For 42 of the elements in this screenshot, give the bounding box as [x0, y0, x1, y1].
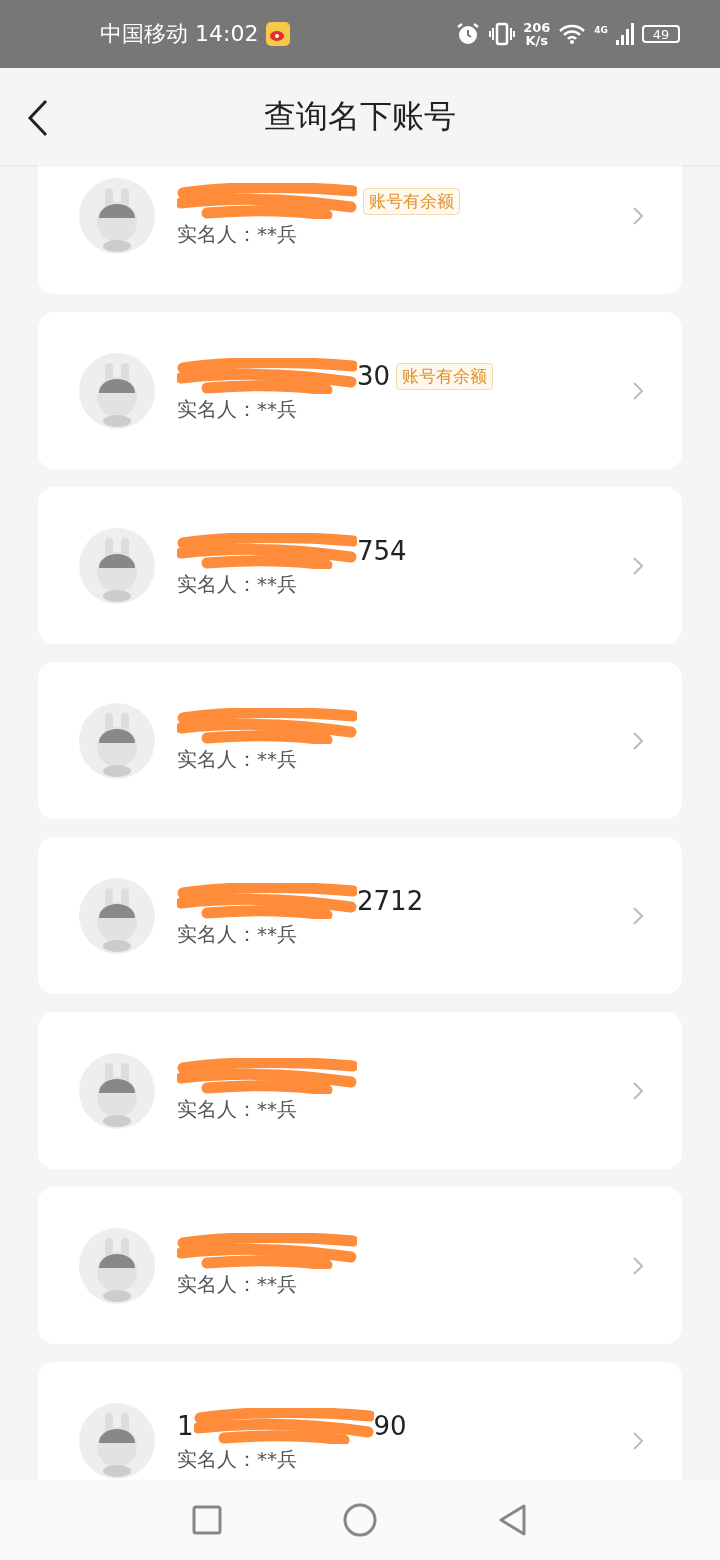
account-holder: 实名人：**兵	[177, 1096, 298, 1123]
account-card[interactable]: 2712 实名人：**兵	[38, 837, 682, 994]
chevron-icon	[632, 555, 644, 576]
account-holder: 实名人：**兵	[177, 571, 298, 598]
account-holder: 实名人：**兵	[177, 921, 298, 948]
chevron-icon	[632, 1255, 644, 1276]
phone-number-end: 90	[373, 1411, 407, 1441]
phone-number-end: 30	[357, 361, 391, 391]
wifi-icon	[558, 23, 587, 45]
app-icon	[266, 22, 291, 46]
vibrate-icon	[489, 22, 516, 46]
chevron-icon	[632, 1080, 644, 1101]
phone-number-end: 754	[357, 536, 407, 566]
account-card[interactable]: 实名人：**兵	[38, 1187, 682, 1344]
account-holder: 实名人：**兵	[177, 1446, 298, 1473]
account-holder: 实名人：**兵	[177, 396, 298, 423]
account-card[interactable]: 账号有余额 实名人：**兵	[38, 165, 682, 294]
phone-number-start: 1	[177, 1411, 194, 1441]
carrier-time: 中国移动 14:02	[100, 20, 259, 48]
network-type: 4G	[594, 25, 608, 35]
account-holder: 实名人：**兵	[177, 221, 298, 248]
battery-level: 49	[642, 25, 680, 43]
account-holder: 实名人：**兵	[177, 746, 298, 773]
account-holder: 实名人：**兵	[177, 1271, 298, 1298]
account-card[interactable]: 实名人：**兵	[38, 662, 682, 819]
chevron-icon	[632, 905, 644, 926]
account-card[interactable]: 30 账号有余额 实名人：**兵	[38, 312, 682, 469]
signal-icon	[616, 23, 634, 45]
chevron-icon	[632, 730, 644, 751]
account-card[interactable]: 754 实名人：**兵	[38, 487, 682, 644]
account-card[interactable]: 实名人：**兵	[38, 1012, 682, 1169]
chevron-icon	[632, 380, 644, 401]
chevron-icon	[632, 1430, 644, 1451]
balance-tag: 账号有余额	[396, 362, 494, 390]
speed-value: 206	[523, 21, 551, 34]
account-card[interactable]: 1 90 实名人：**兵	[38, 1362, 682, 1480]
speed-unit: K/s	[525, 34, 549, 47]
home-button[interactable]	[343, 1503, 377, 1537]
page-title: 查询名下账号	[264, 95, 456, 137]
balance-tag: 账号有余额	[363, 187, 460, 215]
phone-number-end: 2712	[357, 886, 424, 916]
chevron-icon	[632, 205, 644, 226]
